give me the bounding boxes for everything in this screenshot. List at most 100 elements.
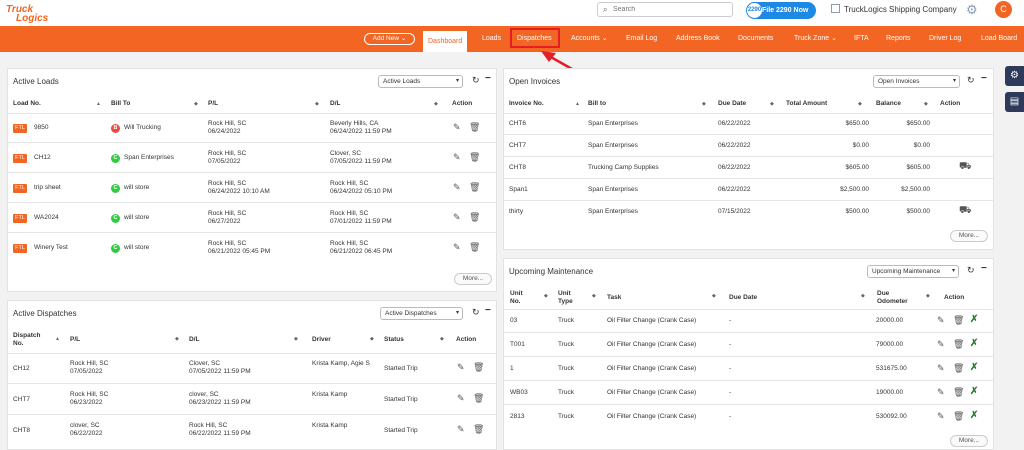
collapse-icon[interactable]: − xyxy=(485,73,491,84)
load-no[interactable]: WA2024 xyxy=(34,214,59,222)
col-due-date[interactable]: Due Date xyxy=(718,100,746,107)
refresh-icon[interactable]: ↻ xyxy=(967,75,975,86)
company-switcher[interactable]: TruckLogics Shipping Company xyxy=(831,4,957,14)
edit-icon[interactable]: ✎ xyxy=(453,212,461,223)
unit-no[interactable]: 2813 xyxy=(510,413,524,421)
edit-icon[interactable]: ✎ xyxy=(457,393,465,404)
unit-no[interactable]: 03 xyxy=(510,317,517,325)
load-no[interactable]: 9850 xyxy=(34,124,48,132)
tab-reports[interactable]: Reports xyxy=(886,26,911,52)
gear-icon[interactable]: ⚙ xyxy=(966,2,978,18)
load-no[interactable]: CH12 xyxy=(34,154,51,162)
tab-accounts[interactable]: Accounts ⌄ xyxy=(571,26,608,52)
trash-icon[interactable]: 🗑 xyxy=(469,122,480,133)
col-bill-to[interactable]: Bill To xyxy=(111,100,130,107)
sort-icon[interactable]: ◆ xyxy=(434,101,438,107)
edit-icon[interactable]: ✎ xyxy=(453,122,461,133)
edit-icon[interactable]: ✎ xyxy=(453,152,461,163)
edit-icon[interactable]: ✎ xyxy=(937,339,945,350)
trash-icon[interactable]: 🗑 xyxy=(473,362,484,373)
sort-icon[interactable]: ◆ xyxy=(858,101,862,107)
col-unit-type[interactable]: Unit Type xyxy=(558,290,573,306)
dispatch-no[interactable]: CH12 xyxy=(13,365,30,373)
sort-icon[interactable]: ◆ xyxy=(440,336,444,342)
trash-icon[interactable]: 🗑 xyxy=(469,152,480,163)
dispatch-no[interactable]: CHT7 xyxy=(13,396,30,404)
tab-dashboard[interactable]: Dashboard xyxy=(423,31,468,52)
sort-icon[interactable]: ▲ xyxy=(55,336,60,342)
edit-icon[interactable]: ✎ xyxy=(453,242,461,253)
col-dl[interactable]: D/L xyxy=(330,100,340,107)
avatar[interactable]: C xyxy=(995,1,1012,18)
edit-icon[interactable]: ✎ xyxy=(937,411,945,422)
upcoming-maintenance-select[interactable]: Upcoming Maintenance ▾ xyxy=(867,265,959,278)
sort-icon[interactable]: ◆ xyxy=(702,101,706,107)
sort-icon[interactable]: ◆ xyxy=(861,293,865,299)
col-due-odometer[interactable]: Due Odometer xyxy=(877,290,908,306)
edit-icon[interactable]: ✎ xyxy=(937,315,945,326)
invoice-no[interactable]: CHT8 xyxy=(509,164,526,172)
truck-dispatch-icon[interactable]: ⛟ xyxy=(959,161,972,174)
trash-icon[interactable]: 🗑 xyxy=(953,315,964,326)
active-loads-select[interactable]: Active Loads ▾ xyxy=(378,75,463,88)
load-no[interactable]: trip sheet xyxy=(34,184,61,192)
trash-icon[interactable]: 🗑 xyxy=(953,411,964,422)
sort-icon[interactable]: ◆ xyxy=(544,293,548,299)
tab-documents[interactable]: Documents xyxy=(738,26,773,52)
complete-maintenance-icon[interactable]: ✗ xyxy=(970,386,978,397)
trash-icon[interactable]: 🗑 xyxy=(953,387,964,398)
sort-icon[interactable]: ◆ xyxy=(592,293,596,299)
col-driver[interactable]: Driver xyxy=(312,336,331,343)
trash-icon[interactable]: 🗑 xyxy=(469,242,480,253)
sort-icon[interactable]: ◆ xyxy=(315,101,319,107)
more-button[interactable]: More... xyxy=(950,435,988,447)
file-2290-button[interactable]: 2290 File 2290 Now xyxy=(746,2,816,19)
invoice-no[interactable]: thirty xyxy=(509,208,523,216)
sort-icon[interactable]: ◆ xyxy=(175,336,179,342)
trucklogics-logo[interactable]: Truck Logics xyxy=(4,2,56,24)
more-button[interactable]: More... xyxy=(454,273,492,285)
dispatch-no[interactable]: CHT8 xyxy=(13,427,30,435)
load-no[interactable]: Winery Test xyxy=(34,244,68,252)
tab-load-board[interactable]: Load Board xyxy=(981,26,1017,52)
sort-icon[interactable]: ◆ xyxy=(370,336,374,342)
col-task[interactable]: Task xyxy=(607,294,621,301)
invoice-no[interactable]: CHT6 xyxy=(509,120,526,128)
complete-maintenance-icon[interactable]: ✗ xyxy=(970,410,978,421)
col-total-amount[interactable]: Total Amount xyxy=(786,100,827,107)
tab-email-log[interactable]: Email Log xyxy=(626,26,657,52)
complete-maintenance-icon[interactable]: ✗ xyxy=(970,338,978,349)
tab-driver-log[interactable]: Driver Log xyxy=(929,26,961,52)
report-side-tab[interactable]: ▤ xyxy=(1005,92,1024,112)
search-box[interactable]: ⌕ xyxy=(597,2,733,17)
trash-icon[interactable]: 🗑 xyxy=(473,424,484,435)
active-dispatches-select[interactable]: Active Dispatches ▾ xyxy=(380,307,463,320)
col-load-no[interactable]: Load No. xyxy=(13,100,41,107)
complete-maintenance-icon[interactable]: ✗ xyxy=(970,362,978,373)
truck-dispatch-icon[interactable]: ⛟ xyxy=(959,205,972,218)
open-invoices-select[interactable]: Open Invoices ▾ xyxy=(873,75,960,88)
sort-icon[interactable]: ◆ xyxy=(926,293,930,299)
refresh-icon[interactable]: ↻ xyxy=(472,307,480,318)
search-input[interactable] xyxy=(613,4,728,15)
trash-icon[interactable]: 🗑 xyxy=(953,363,964,374)
trash-icon[interactable]: 🗑 xyxy=(469,182,480,193)
sort-icon[interactable]: ◆ xyxy=(924,101,928,107)
add-new-button[interactable]: Add New ⌄ xyxy=(364,33,415,45)
more-button[interactable]: More... xyxy=(950,230,988,242)
tab-ifta[interactable]: IFTA xyxy=(854,26,869,52)
sort-icon[interactable]: ◆ xyxy=(712,293,716,299)
col-bill-to[interactable]: Bill to xyxy=(588,100,606,107)
sort-icon[interactable]: ▲ xyxy=(96,101,101,107)
tab-loads[interactable]: Loads xyxy=(482,26,501,52)
sort-icon[interactable]: ◆ xyxy=(294,336,298,342)
col-pl[interactable]: P/L xyxy=(70,336,80,343)
trash-icon[interactable]: 🗑 xyxy=(469,212,480,223)
complete-maintenance-icon[interactable]: ✗ xyxy=(970,314,978,325)
collapse-icon[interactable]: − xyxy=(485,305,491,316)
trash-icon[interactable]: 🗑 xyxy=(473,393,484,404)
tab-address-book[interactable]: Address Book xyxy=(676,26,720,52)
sort-icon[interactable]: ◆ xyxy=(194,101,198,107)
sort-icon[interactable]: ▲ xyxy=(575,101,580,107)
col-pl[interactable]: P/L xyxy=(208,100,218,107)
